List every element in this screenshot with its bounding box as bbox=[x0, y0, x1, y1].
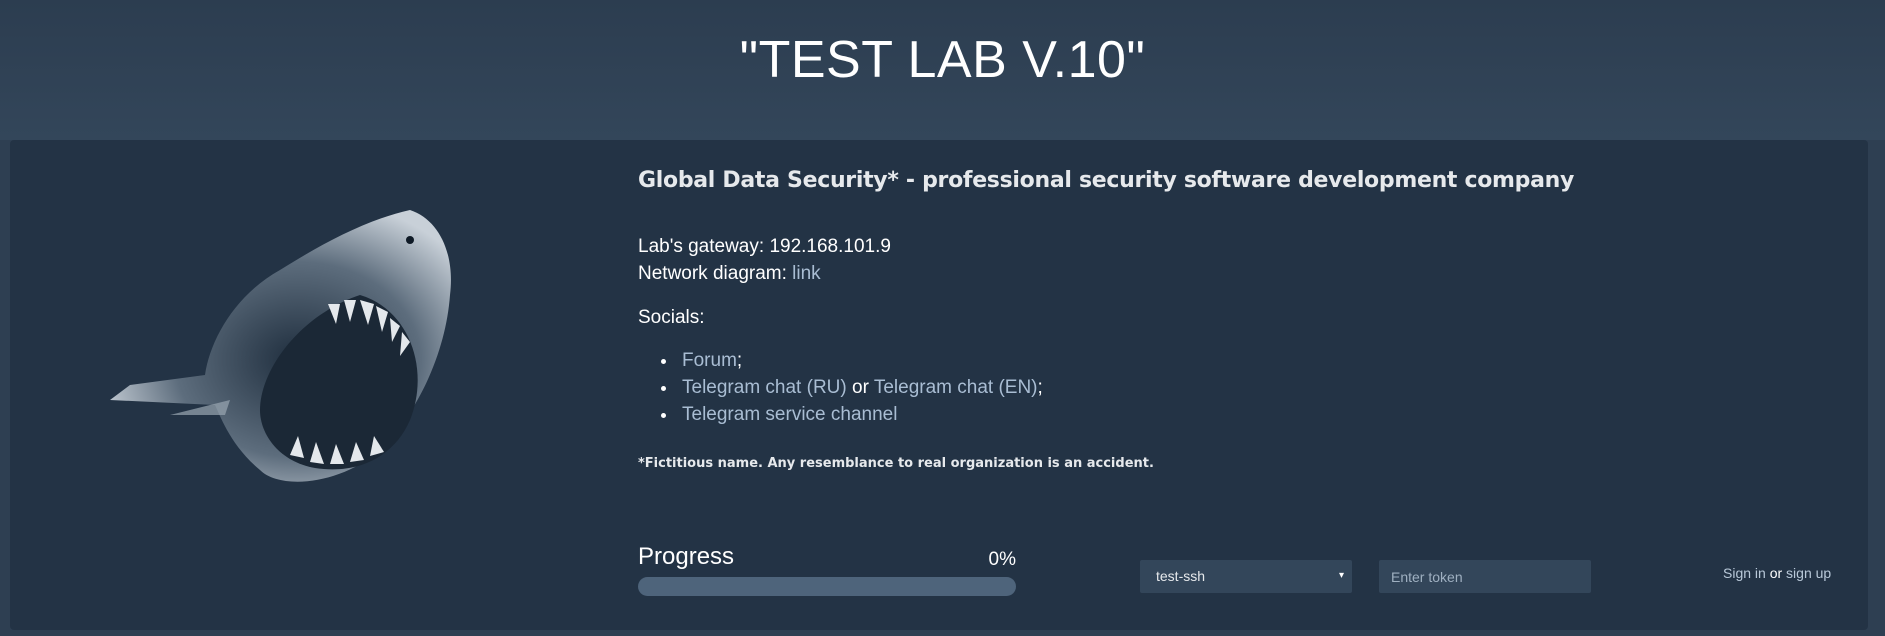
gateway-value: 192.168.101.9 bbox=[769, 236, 891, 257]
diagram-row: Network diagram: link bbox=[638, 260, 1638, 287]
auth-links: Sign in or sign up bbox=[1723, 565, 1831, 581]
page-header: "TEST LAB V.10" bbox=[0, 0, 1885, 140]
social-item-service-channel: Telegram service channel bbox=[678, 401, 1638, 428]
social-item-telegram-chats: Telegram chat (RU) or Telegram chat (EN)… bbox=[678, 374, 1638, 401]
progress-block: Progress 0% bbox=[638, 543, 1018, 603]
content-section: Global Data Security* - professional sec… bbox=[638, 168, 1638, 471]
page-title: "TEST LAB V.10" bbox=[739, 31, 1146, 89]
company-heading: Global Data Security* - professional sec… bbox=[638, 168, 1575, 193]
progress-label: Progress bbox=[638, 543, 735, 570]
telegram-en-link[interactable]: Telegram chat (EN) bbox=[874, 377, 1038, 398]
social-item-forum: Forum; bbox=[678, 347, 1638, 374]
lab-select-value: test-ssh bbox=[1156, 568, 1206, 584]
caret-down-icon: ▾ bbox=[1338, 570, 1344, 581]
auth-or-text: or bbox=[1769, 565, 1783, 581]
socials-list: Forum; Telegram chat (RU) or Telegram ch… bbox=[678, 347, 1638, 428]
gateway-row: Lab's gateway: 192.168.101.9 bbox=[638, 233, 1638, 260]
forum-link[interactable]: Forum bbox=[682, 350, 737, 371]
lab-info: Lab's gateway: 192.168.101.9 Network dia… bbox=[638, 233, 1638, 287]
or-text: or bbox=[852, 377, 869, 398]
sign-in-link[interactable]: Sign in bbox=[1723, 565, 1766, 581]
sign-up-link[interactable]: sign up bbox=[1786, 565, 1831, 581]
footnote: *Fictitious name. Any resemblance to rea… bbox=[638, 456, 1154, 471]
progress-bar bbox=[638, 577, 1016, 596]
telegram-en-suffix: ; bbox=[1037, 377, 1043, 398]
shark-image bbox=[110, 210, 451, 482]
telegram-ru-link[interactable]: Telegram chat (RU) bbox=[682, 377, 847, 398]
lab-select[interactable]: test-ssh ▾ bbox=[1140, 560, 1352, 593]
main-panel: Global Data Security* - professional sec… bbox=[10, 140, 1868, 630]
network-diagram-link[interactable]: link bbox=[792, 263, 821, 284]
telegram-service-channel-link[interactable]: Telegram service channel bbox=[682, 404, 897, 425]
progress-value: 0% bbox=[988, 549, 1016, 570]
socials-label: Socials: bbox=[638, 307, 705, 328]
token-input[interactable] bbox=[1379, 560, 1591, 593]
gateway-label: Lab's gateway: bbox=[638, 236, 765, 257]
forum-suffix: ; bbox=[736, 350, 743, 371]
diagram-label: Network diagram: bbox=[638, 263, 787, 284]
